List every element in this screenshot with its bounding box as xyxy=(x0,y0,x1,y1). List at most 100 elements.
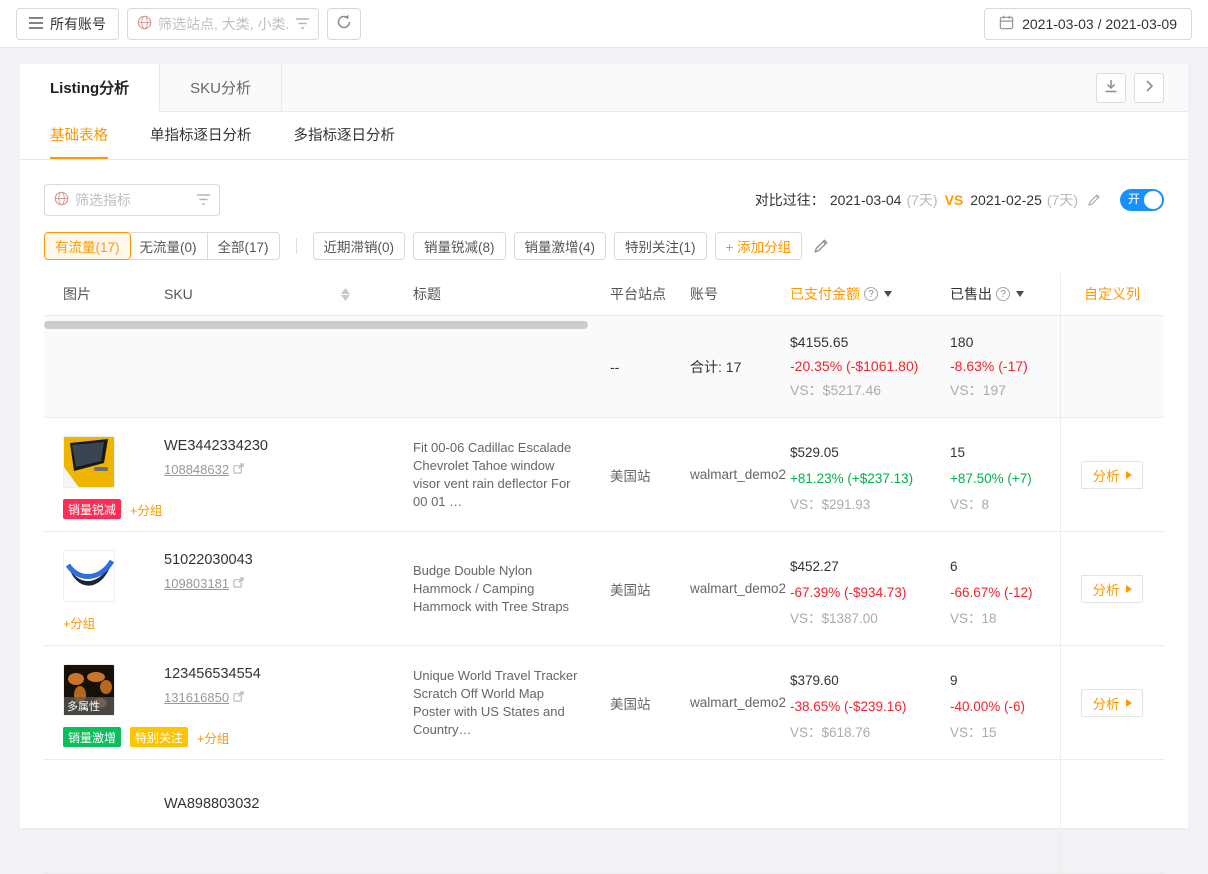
compare-past-section: 对比过往： 2021-03-04 (7天) VS 2021-02-25 (7天)… xyxy=(755,189,1164,211)
compare-date-current: 2021-03-04 xyxy=(830,192,902,208)
add-to-group-link[interactable]: +分组 xyxy=(63,613,95,632)
table-row: 多属性 销量激增 特别关注 +分组 123456534554 131616850… xyxy=(44,646,1164,760)
fixed-column-divider xyxy=(1060,273,1061,874)
site-filter-input[interactable]: 筛选站点, 大类, 小类... xyxy=(127,8,319,40)
product-image[interactable]: 多属性 xyxy=(63,664,115,716)
subtab-basic-table[interactable]: 基础表格 xyxy=(50,112,108,159)
header-title: 标题 xyxy=(400,273,600,315)
chip-sales-surge[interactable]: 销量激增(4) xyxy=(514,232,607,260)
add-to-group-link[interactable]: +分组 xyxy=(130,500,162,519)
summary-paid-value: $4155.65 xyxy=(790,330,950,354)
hamburger-icon xyxy=(29,16,43,32)
chevron-right-icon xyxy=(1143,80,1155,95)
sku-value: WA898803032 xyxy=(164,796,400,812)
globe-icon xyxy=(137,15,152,33)
summary-sold-vs: VS：197 xyxy=(950,378,1060,402)
account-name: walmart_demo2 xyxy=(680,418,790,531)
paid-value: $529.05 xyxy=(790,440,950,466)
listing-id-link[interactable]: 108848632 xyxy=(164,462,229,477)
caret-down-icon[interactable] xyxy=(1016,291,1024,297)
analyze-button[interactable]: 分析 xyxy=(1081,689,1143,717)
question-circle-icon[interactable]: ? xyxy=(864,287,878,301)
summary-row: -- 合计: 17 $4155.65 -20.35% (-$1061.80) V… xyxy=(44,316,1164,418)
header-sold[interactable]: 已售出 xyxy=(950,284,992,304)
metric-filter-input[interactable]: 筛选指标... xyxy=(44,184,220,216)
tab-listing-analysis[interactable]: Listing分析 xyxy=(20,64,160,112)
subtab-single-metric-daily[interactable]: 单指标逐日分析 xyxy=(150,112,252,159)
chip-special-watch[interactable]: 特别关注(1) xyxy=(614,232,707,260)
globe-icon xyxy=(54,191,69,209)
table-row: +分组 51022030043 109803181 Budge Double N… xyxy=(44,532,1164,646)
compare-vs-label: VS xyxy=(945,192,964,208)
sku-value: 51022030043 xyxy=(164,552,400,568)
sold-change: +87.50% (+7) xyxy=(950,466,1060,492)
multi-attribute-badge: 多属性 xyxy=(64,697,114,715)
summary-sold: 180 -8.63% (-17) VS：197 xyxy=(950,316,1060,417)
date-range-label: 2021-03-03 / 2021-03-09 xyxy=(1022,16,1177,32)
paid-value: $452.27 xyxy=(790,554,950,580)
header-paid-amount[interactable]: 已支付金额 xyxy=(790,284,860,304)
refresh-button[interactable] xyxy=(327,8,361,40)
summary-sold-value: 180 xyxy=(950,330,1060,354)
tag-sales-plunge: 销量锐减 xyxy=(63,499,121,519)
filter-funnel-icon[interactable] xyxy=(197,192,210,208)
chip-has-traffic[interactable]: 有流量(17) xyxy=(44,232,131,260)
summary-paid: $4155.65 -20.35% (-$1061.80) VS：$5217.46 xyxy=(790,316,950,417)
analyze-button[interactable]: 分析 xyxy=(1081,461,1143,489)
subtab-multi-metric-daily[interactable]: 多指标逐日分析 xyxy=(294,112,396,159)
chip-no-traffic[interactable]: 无流量(0) xyxy=(130,232,208,260)
paid-vs: VS：$1387.00 xyxy=(790,606,950,632)
horizontal-scrollbar-thumb[interactable] xyxy=(44,321,588,329)
tab-sku-analysis[interactable]: SKU分析 xyxy=(160,64,282,111)
play-icon xyxy=(1126,471,1132,479)
paid-vs: VS：$618.76 xyxy=(790,720,950,746)
calendar-icon xyxy=(999,15,1014,33)
question-circle-icon[interactable]: ? xyxy=(996,287,1010,301)
external-link-icon[interactable] xyxy=(233,576,244,591)
sku-sorter-icon[interactable] xyxy=(341,288,350,301)
external-link-icon[interactable] xyxy=(233,690,244,705)
traffic-segment-group: 有流量(17) 无流量(0) 全部(17) xyxy=(44,232,280,260)
play-icon xyxy=(1126,699,1132,707)
paid-change: -38.65% (-$239.16) xyxy=(790,694,950,720)
header-account: 账号 xyxy=(680,273,790,315)
chip-recent-slow-moving[interactable]: 近期滞销(0) xyxy=(313,232,406,260)
external-link-icon[interactable] xyxy=(233,462,244,477)
sold-value: 9 xyxy=(950,668,1060,694)
listing-table: 图片 SKU 标题 平台站点 账号 已支付金额 ? 已售出 ? 自定义列 xyxy=(20,273,1188,874)
summary-sold-change: -8.63% (-17) xyxy=(950,354,1060,378)
edit-compare-icon[interactable] xyxy=(1083,189,1105,211)
analysis-tabstrip: Listing分析 SKU分析 xyxy=(20,64,1188,112)
sold-change: -40.00% (-6) xyxy=(950,694,1060,720)
product-image[interactable] xyxy=(63,550,115,602)
summary-paid-change: -20.35% (-$1061.80) xyxy=(790,354,950,378)
collapse-panel-button[interactable] xyxy=(1134,73,1164,103)
group-chips-row: 有流量(17) 无流量(0) 全部(17) 近期滞销(0) 销量锐减(8) 销量… xyxy=(20,216,1188,260)
summary-platform: -- xyxy=(600,316,680,417)
account-name: walmart_demo2 xyxy=(680,532,790,645)
table-header-row: 图片 SKU 标题 平台站点 账号 已支付金额 ? 已售出 ? 自定义列 xyxy=(44,273,1164,316)
metric-filter-placeholder: 筛选指标... xyxy=(75,190,130,210)
analyze-button[interactable]: 分析 xyxy=(1081,575,1143,603)
listing-title: Budge Double Nylon Hammock / Camping Ham… xyxy=(400,532,600,645)
chip-all[interactable]: 全部(17) xyxy=(208,232,280,260)
download-button[interactable] xyxy=(1096,73,1126,103)
filter-funnel-icon[interactable] xyxy=(296,16,309,32)
listing-id-link[interactable]: 109803181 xyxy=(164,576,229,591)
compare-date-past: 2021-02-25 xyxy=(970,192,1042,208)
date-range-picker[interactable]: 2021-03-03 / 2021-03-09 xyxy=(984,8,1192,40)
listing-id-link[interactable]: 131616850 xyxy=(164,690,229,705)
product-image[interactable] xyxy=(63,436,115,488)
header-sku: SKU xyxy=(164,286,193,302)
table-row: WA898803032 xyxy=(44,760,1164,874)
header-custom-columns[interactable]: 自定义列 xyxy=(1060,273,1164,315)
all-accounts-button[interactable]: 所有账号 xyxy=(16,8,119,40)
account-name: walmart_demo2 xyxy=(680,646,790,759)
add-group-button[interactable]: + 添加分组 xyxy=(715,232,803,260)
sold-vs: VS：8 xyxy=(950,492,1060,518)
edit-groups-icon[interactable] xyxy=(810,235,832,257)
compare-toggle[interactable]: 开 xyxy=(1120,189,1164,211)
header-image: 图片 xyxy=(44,273,164,315)
caret-down-icon[interactable] xyxy=(884,291,892,297)
chip-sales-plunge[interactable]: 销量锐减(8) xyxy=(413,232,506,260)
